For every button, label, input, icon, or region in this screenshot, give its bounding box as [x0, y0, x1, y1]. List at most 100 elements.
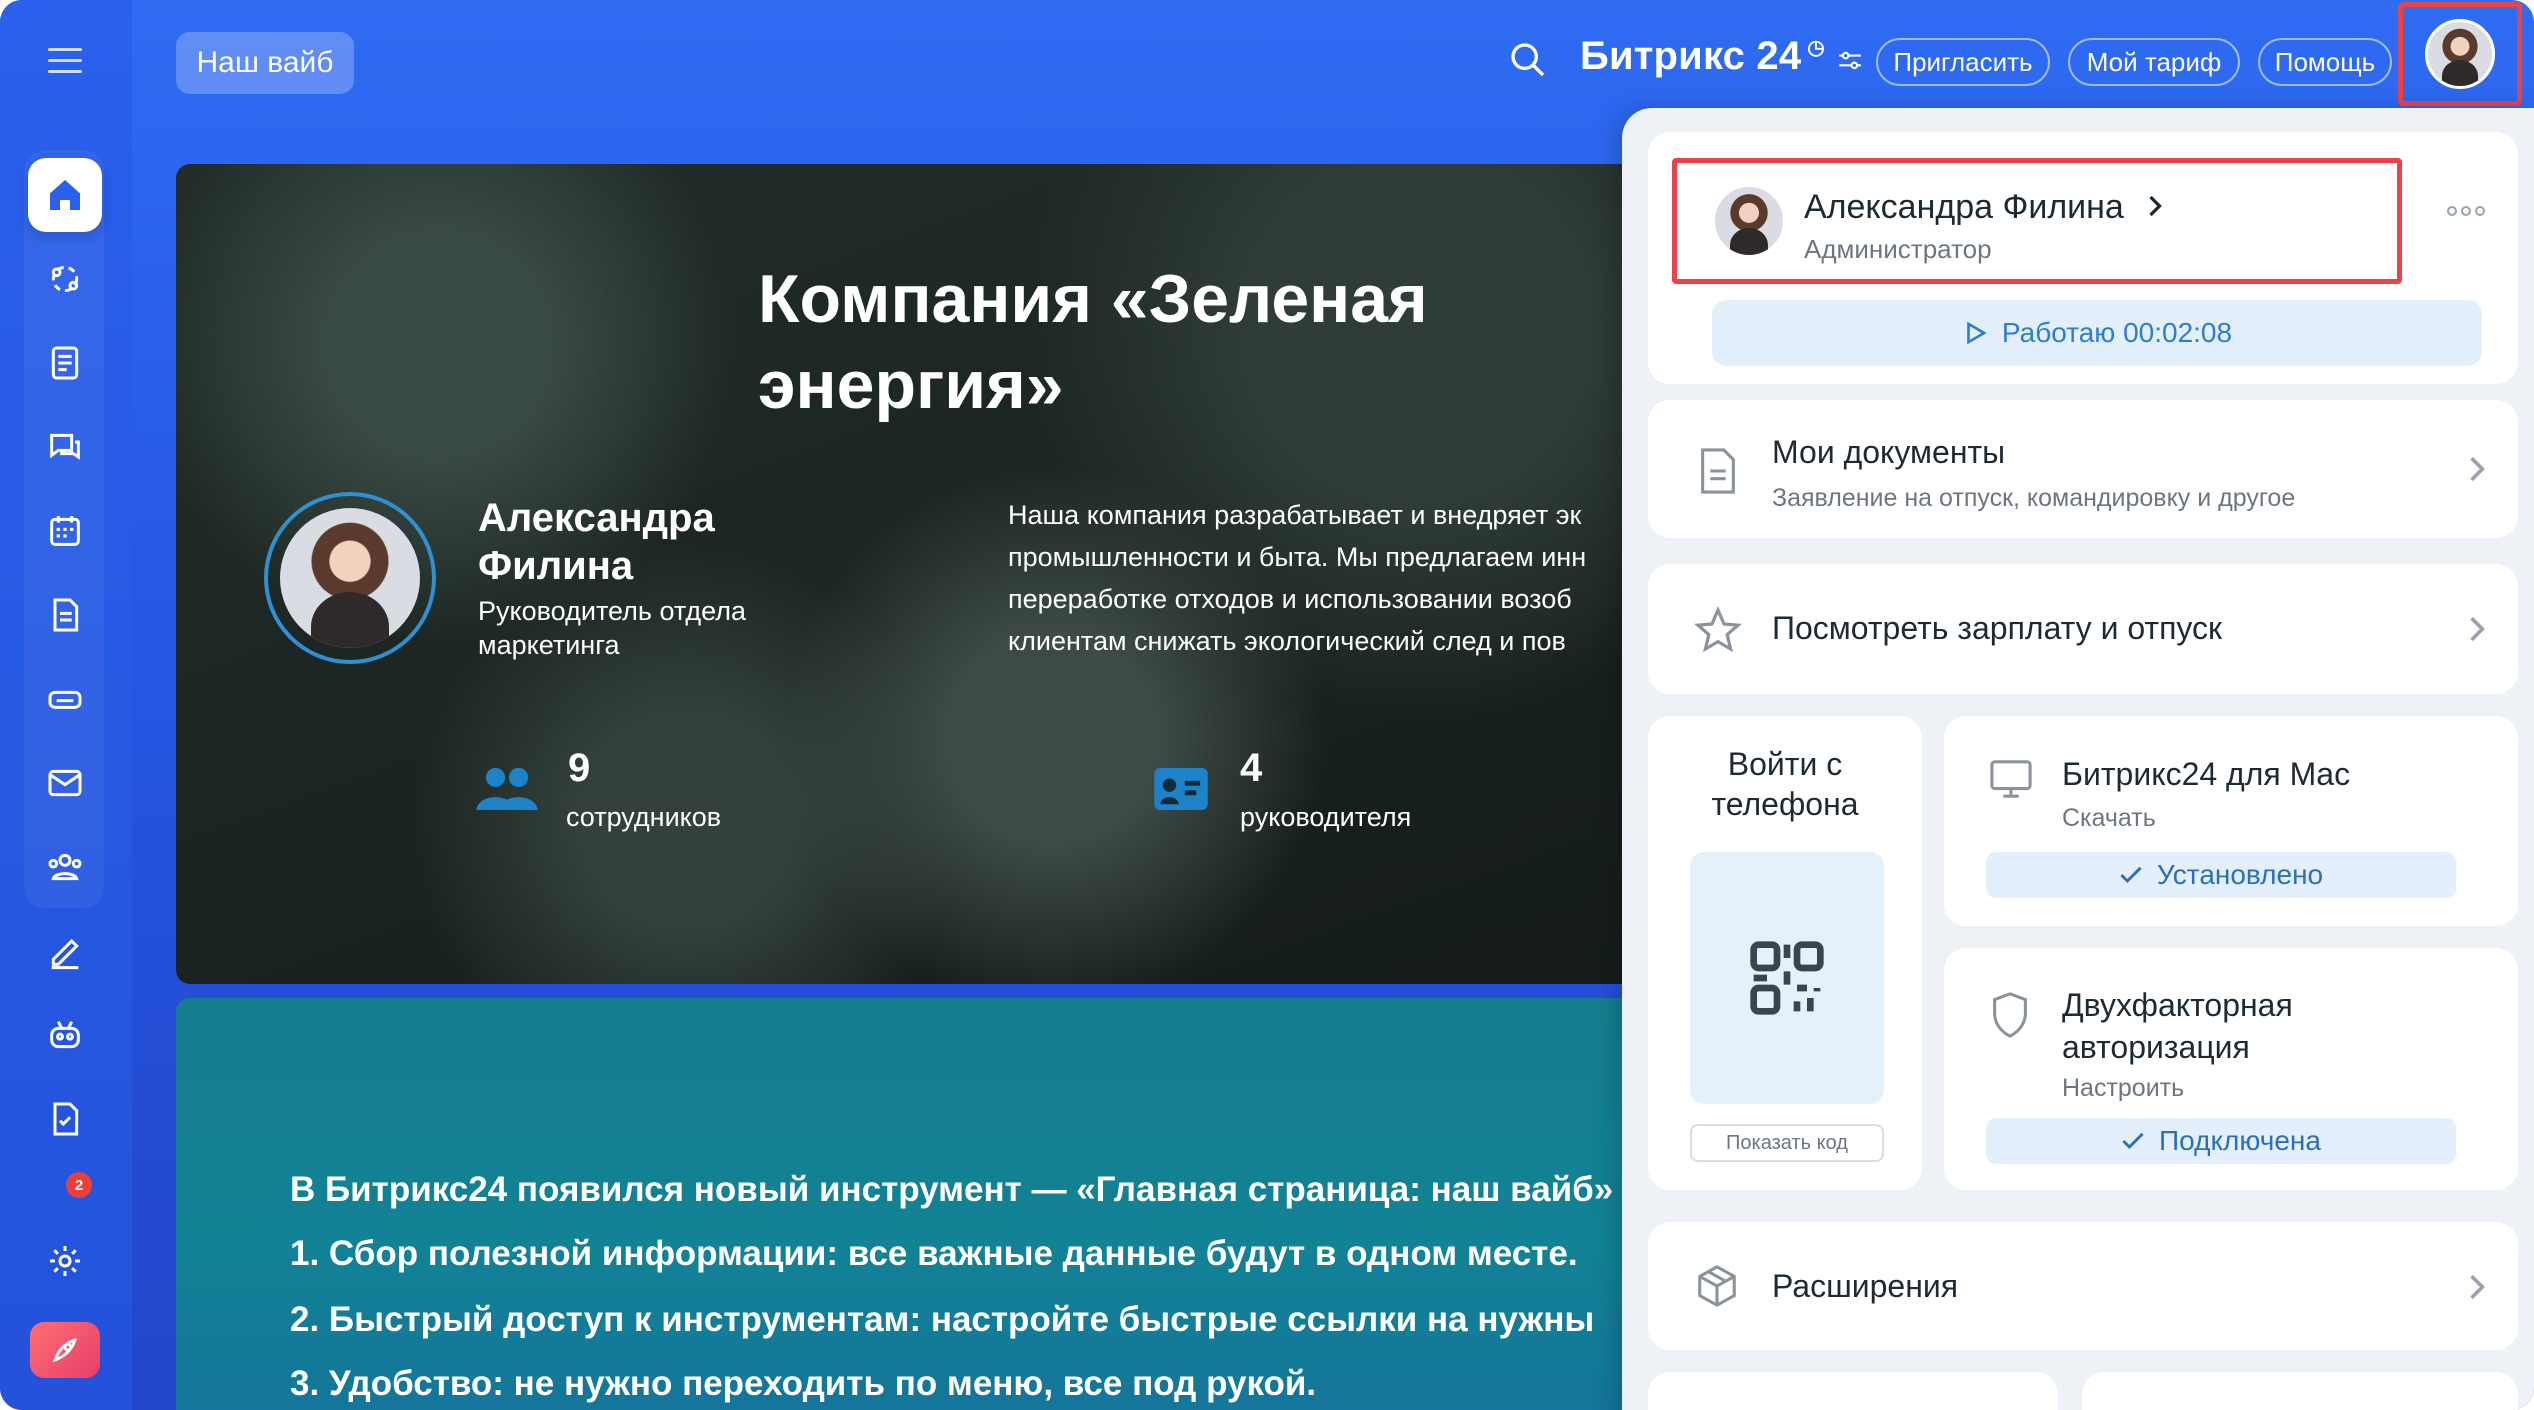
description-line: клиентам снижать экологический след и по…	[1008, 626, 1566, 656]
role-line: маркетинга	[478, 630, 620, 660]
settings-sliders-icon[interactable]	[1837, 50, 1863, 72]
chevron-right-icon	[2470, 456, 2485, 482]
search-icon[interactable]	[1508, 40, 1548, 80]
mail-icon	[48, 769, 82, 797]
news-line: 2. Быстрый доступ к инструментам: настро…	[290, 1300, 1595, 1339]
avatar	[2425, 19, 2495, 89]
title-line: Компания «Зеленая	[758, 261, 1428, 337]
sidebar-item-crm[interactable]	[28, 242, 102, 316]
mac-installed-status: Установлено	[1986, 852, 2456, 898]
clock-icon: ◷	[1807, 37, 1825, 59]
mac-app-card: Битрикс24 для Mac Скачать Установлено	[1944, 716, 2518, 926]
title-line: энергия»	[758, 347, 1064, 423]
mac-app-title: Битрикс24 для Mac	[2062, 756, 2351, 792]
more-icon[interactable]	[2446, 204, 2486, 218]
check-icon	[2120, 866, 2142, 884]
description-line: промышленности и быта. Мы предлагаем инн	[1008, 542, 1587, 572]
company-title: Компания «Зеленая энергия»	[758, 256, 1518, 428]
my-documents-title: Мои документы	[1772, 434, 2006, 470]
sidebar-item-tasks[interactable]	[28, 1082, 102, 1156]
document-icon	[1701, 448, 1735, 494]
sidebar-item-sign[interactable]	[28, 914, 102, 988]
status-label: Подключена	[2159, 1125, 2321, 1156]
news-block: В Битрикс24 появился новый инструмент — …	[176, 998, 1636, 1410]
manager-name[interactable]: Александра Филина	[478, 494, 778, 590]
home-icon	[50, 180, 80, 210]
user-name-link[interactable]: Александра Филина	[1804, 188, 2163, 227]
sidebar-item-calendar[interactable]	[28, 494, 102, 568]
two-factor-card: Двухфакторная авторизация Настроить Подк…	[1944, 948, 2518, 1190]
description-line: переработке отходов и использовании возо…	[1008, 584, 1572, 614]
tasks-icon	[53, 1102, 79, 1136]
title-line: телефона	[1711, 786, 1859, 822]
brand-name: Битрикс 24	[1580, 34, 1802, 78]
profile-card: Александра Филина Администратор Работаю …	[1648, 132, 2518, 384]
star-icon	[1694, 606, 1742, 653]
sidebar: 2	[0, 0, 132, 1410]
manager-role: Руководитель отдела маркетинга	[478, 594, 798, 662]
title-line: Войти с	[1727, 746, 1843, 782]
user-role: Администратор	[1804, 234, 1992, 264]
sidebar-item-drive[interactable]	[28, 662, 102, 736]
rocket-button[interactable]	[30, 1322, 100, 1378]
two-factor-setup-link[interactable]: Настроить	[2062, 1074, 2184, 1103]
description-line: Наша компания разрабатывает и внедряет э…	[1008, 500, 1582, 530]
sidebar-item-bot[interactable]	[28, 998, 102, 1072]
brand-logo[interactable]: Битрикс 24 ◷	[1580, 34, 1863, 79]
play-icon	[1967, 321, 1987, 345]
app-window: 2 Наш вайб Битрикс 24 ◷ Пригласить Мой т…	[0, 0, 2534, 1410]
employees-label: сотрудников	[566, 802, 722, 832]
sidebar-item-chat[interactable]	[28, 410, 102, 484]
sidebar-item-mail[interactable]	[28, 746, 102, 820]
chevron-right-icon	[2470, 616, 2485, 642]
qr-code-area[interactable]	[1690, 852, 1884, 1104]
chat-icon	[50, 433, 80, 460]
employees-icon	[476, 767, 538, 810]
chevron-right-icon	[2470, 1274, 2485, 1300]
calendar-icon	[50, 516, 80, 546]
sidebar-item-home[interactable]	[28, 158, 102, 232]
managers-count: 4	[1240, 746, 1263, 790]
news-line: 1. Сбор полезной информации: все важные …	[290, 1234, 1578, 1273]
name-line: Филина	[478, 544, 634, 588]
my-documents-subtitle: Заявление на отпуск, командировку и друг…	[1772, 484, 2296, 512]
menu-icon[interactable]	[48, 48, 82, 76]
work-timer-button[interactable]: Работаю 00:02:08	[1712, 300, 2482, 366]
help-button[interactable]: Помощь	[2258, 38, 2392, 86]
manager-avatar[interactable]	[264, 492, 436, 664]
mac-download-link[interactable]: Скачать	[2062, 804, 2156, 833]
gear-icon	[50, 1246, 80, 1276]
extensions-row[interactable]: Расширения	[1648, 1222, 2518, 1350]
sidebar-item-employees[interactable]	[28, 830, 102, 904]
two-factor-title: Двухфакторная авторизация	[2062, 984, 2293, 1068]
show-code-button[interactable]: Показать код	[1690, 1124, 1884, 1162]
title-line: Двухфакторная	[2062, 987, 2293, 1023]
employees-icon	[48, 853, 82, 881]
name-line: Александра	[478, 496, 715, 540]
avatar[interactable]	[1712, 184, 1786, 258]
sidebar-item-docs[interactable]	[28, 578, 102, 652]
sign-icon	[51, 938, 79, 970]
panel-card-partial[interactable]	[2082, 1372, 2518, 1410]
salary-row[interactable]: Посмотреть зарплату и отпуск	[1648, 564, 2518, 694]
company-hero: Компания «Зеленая энергия» Александра Фи…	[176, 164, 1636, 984]
invite-button[interactable]: Пригласить	[1876, 38, 2050, 86]
monitor-icon	[1990, 760, 2032, 798]
feed-icon	[51, 346, 79, 380]
user-profile-panel: Александра Филина Администратор Работаю …	[1622, 108, 2534, 1410]
salary-title: Посмотреть зарплату и отпуск	[1772, 610, 2223, 646]
phone-login-card: Войти с телефона Показать код	[1648, 716, 1922, 1190]
user-avatar-button[interactable]	[2398, 2, 2522, 106]
avatar	[280, 508, 420, 648]
shield-icon	[1993, 992, 2027, 1038]
our-vibe-button[interactable]: Наш вайб	[176, 32, 354, 94]
panel-card-partial[interactable]	[1648, 1372, 2058, 1410]
docs-icon	[53, 598, 79, 632]
my-plan-button[interactable]: Мой тариф	[2068, 38, 2240, 86]
my-documents-row[interactable]: Мои документы Заявление на отпуск, коман…	[1648, 400, 2518, 538]
package-icon	[1698, 1265, 1736, 1307]
sidebar-item-settings[interactable]	[28, 1224, 102, 1298]
news-line: В Битрикс24 появился новый инструмент — …	[290, 1170, 1614, 1209]
sidebar-item-feed[interactable]	[28, 326, 102, 400]
chevron-right-icon	[2149, 195, 2163, 217]
